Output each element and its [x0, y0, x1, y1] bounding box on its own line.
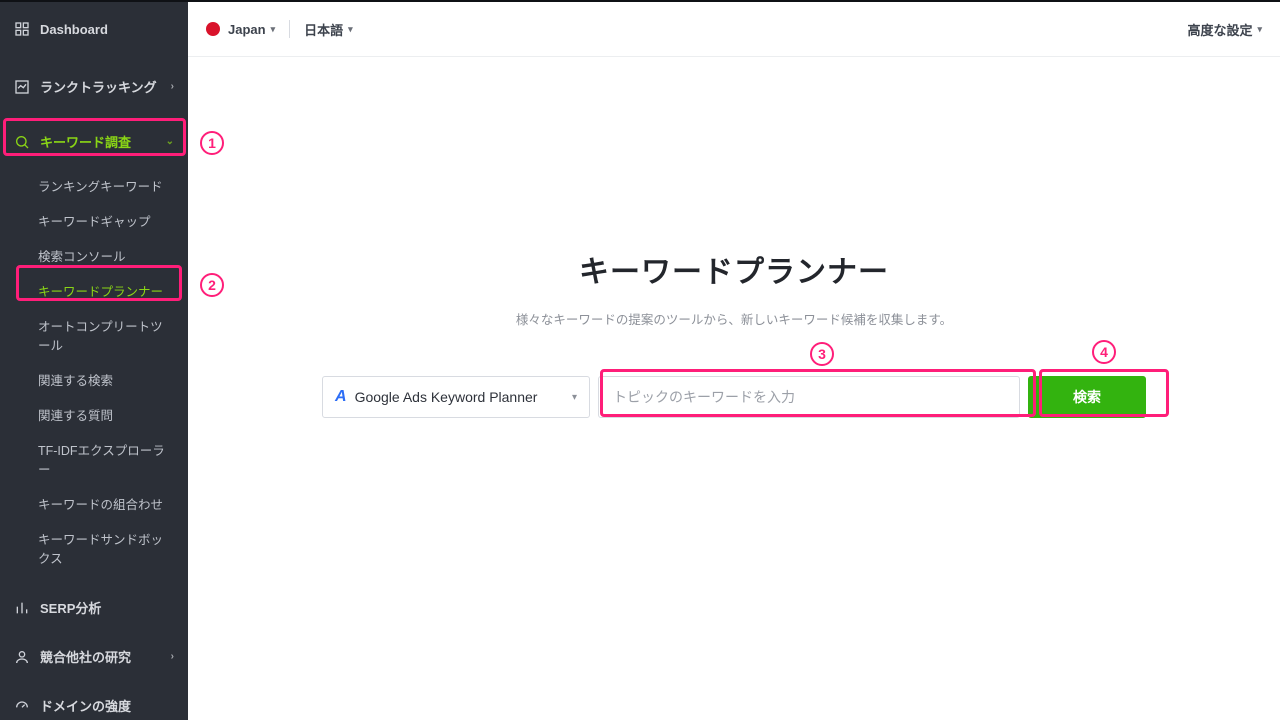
- sidebar-sub-label: ランキングキーワード: [38, 180, 163, 194]
- country-label: Japan: [228, 22, 266, 37]
- sidebar-sub-list: ランキングキーワード キーワードギャップ 検索コンソール キーワードプランナー …: [0, 168, 188, 575]
- advanced-settings[interactable]: 高度な設定 ▾: [1187, 20, 1262, 39]
- main-area: Japan ▾ 日本語 ▾ 高度な設定 ▾ キーワードプランナー 様々なキーワー…: [188, 0, 1280, 720]
- sidebar-item-domain-strength[interactable]: ドメインの強度: [0, 685, 188, 720]
- tool-select[interactable]: A Google Ads Keyword Planner ▾: [322, 376, 590, 418]
- chart-line-icon: [14, 79, 30, 95]
- chevron-down-icon: ▾: [1257, 24, 1262, 35]
- sidebar-sub-keyword-gap[interactable]: キーワードギャップ: [0, 203, 188, 238]
- sidebar-sub-related-questions[interactable]: 関連する質問: [0, 397, 188, 432]
- sidebar-item-label: 競合他社の研究: [40, 647, 131, 666]
- sidebar-item-label: ランクトラッキング: [40, 77, 157, 96]
- language-label: 日本語: [304, 20, 343, 39]
- annotation-circle-3: 3: [810, 342, 834, 366]
- person-icon: [14, 649, 30, 665]
- sidebar-sub-related-searches[interactable]: 関連する検索: [0, 362, 188, 397]
- page-subtitle: 様々なキーワードの提案のツールから、新しいキーワード候補を収集します。: [188, 309, 1280, 328]
- sidebar-sub-keyword-sandbox[interactable]: キーワードサンドボックス: [0, 521, 188, 575]
- keyword-input[interactable]: [598, 376, 1020, 418]
- chevron-right-icon: ›: [171, 651, 174, 662]
- advanced-label: 高度な設定: [1187, 20, 1252, 39]
- search-row: A Google Ads Keyword Planner ▾ 検索: [188, 376, 1280, 418]
- sidebar-sub-label: キーワードサンドボックス: [38, 533, 163, 566]
- country-select[interactable]: Japan ▾: [228, 22, 275, 37]
- topbar: Japan ▾ 日本語 ▾ 高度な設定 ▾: [188, 2, 1280, 57]
- sidebar-item-label: Dashboard: [40, 22, 108, 37]
- sidebar-sub-label: キーワードプランナー: [38, 285, 163, 299]
- chevron-down-icon: ▾: [271, 24, 276, 35]
- gauge-icon: [14, 698, 30, 714]
- divider: [289, 20, 290, 38]
- bar-chart-icon: [14, 600, 30, 616]
- sidebar-sub-label: キーワードの組合わせ: [38, 498, 163, 512]
- sidebar-sub-keyword-combinations[interactable]: キーワードの組合わせ: [0, 486, 188, 521]
- sidebar-sub-search-console[interactable]: 検索コンソール: [0, 238, 188, 273]
- annotation-circle-4: 4: [1092, 340, 1116, 364]
- sidebar-sub-label: 検索コンソール: [38, 250, 126, 264]
- grid-icon: [14, 21, 30, 37]
- annotation-circle-2: 2: [200, 273, 224, 297]
- sidebar-item-rank-tracking[interactable]: ランクトラッキング ›: [0, 66, 188, 107]
- chevron-down-icon: ⌄: [166, 136, 174, 147]
- annotation-circle-1: 1: [200, 131, 224, 155]
- sidebar-item-label: SERP分析: [40, 598, 101, 617]
- tool-select-label: Google Ads Keyword Planner: [355, 389, 538, 405]
- sidebar-sub-label: キーワードギャップ: [38, 215, 151, 229]
- sidebar-item-competitor-research[interactable]: 競合他社の研究 ›: [0, 636, 188, 677]
- sidebar-sub-ranking-keywords[interactable]: ランキングキーワード: [0, 168, 188, 203]
- sidebar-sub-label: TF-IDFエクスプローラー: [38, 444, 165, 477]
- google-ads-icon: A: [335, 388, 347, 406]
- language-select[interactable]: 日本語 ▾: [304, 20, 353, 39]
- flag-japan-icon: [206, 22, 220, 36]
- sidebar-sub-label: 関連する質問: [38, 409, 113, 423]
- sidebar-sub-label: 関連する検索: [38, 374, 113, 388]
- page-title: キーワードプランナー: [188, 247, 1280, 291]
- content: キーワードプランナー 様々なキーワードの提案のツールから、新しいキーワード候補を…: [188, 57, 1280, 720]
- chevron-down-icon: ▾: [348, 24, 353, 35]
- sidebar-item-label: キーワード調査: [40, 132, 131, 151]
- chevron-down-icon: ▾: [572, 392, 577, 403]
- sidebar-item-serp-analysis[interactable]: SERP分析: [0, 587, 188, 628]
- sidebar-item-dashboard[interactable]: Dashboard: [0, 10, 188, 48]
- sidebar-sub-keyword-planner[interactable]: キーワードプランナー: [0, 273, 188, 308]
- sidebar-sub-autocomplete-tool[interactable]: オートコンプリートツール: [0, 308, 188, 362]
- sidebar-item-label: ドメインの強度: [40, 696, 131, 715]
- sidebar-sub-tfidf-explorer[interactable]: TF-IDFエクスプローラー: [0, 432, 188, 486]
- sidebar-sub-label: オートコンプリートツール: [38, 320, 163, 353]
- search-icon: [14, 134, 30, 150]
- chevron-right-icon: ›: [171, 81, 174, 92]
- sidebar-item-keyword-research[interactable]: キーワード調査 ⌄: [0, 121, 188, 162]
- search-button[interactable]: 検索: [1028, 376, 1146, 418]
- sidebar: Dashboard ランクトラッキング › キーワード調査 ⌄ ランキングキーワ…: [0, 0, 188, 720]
